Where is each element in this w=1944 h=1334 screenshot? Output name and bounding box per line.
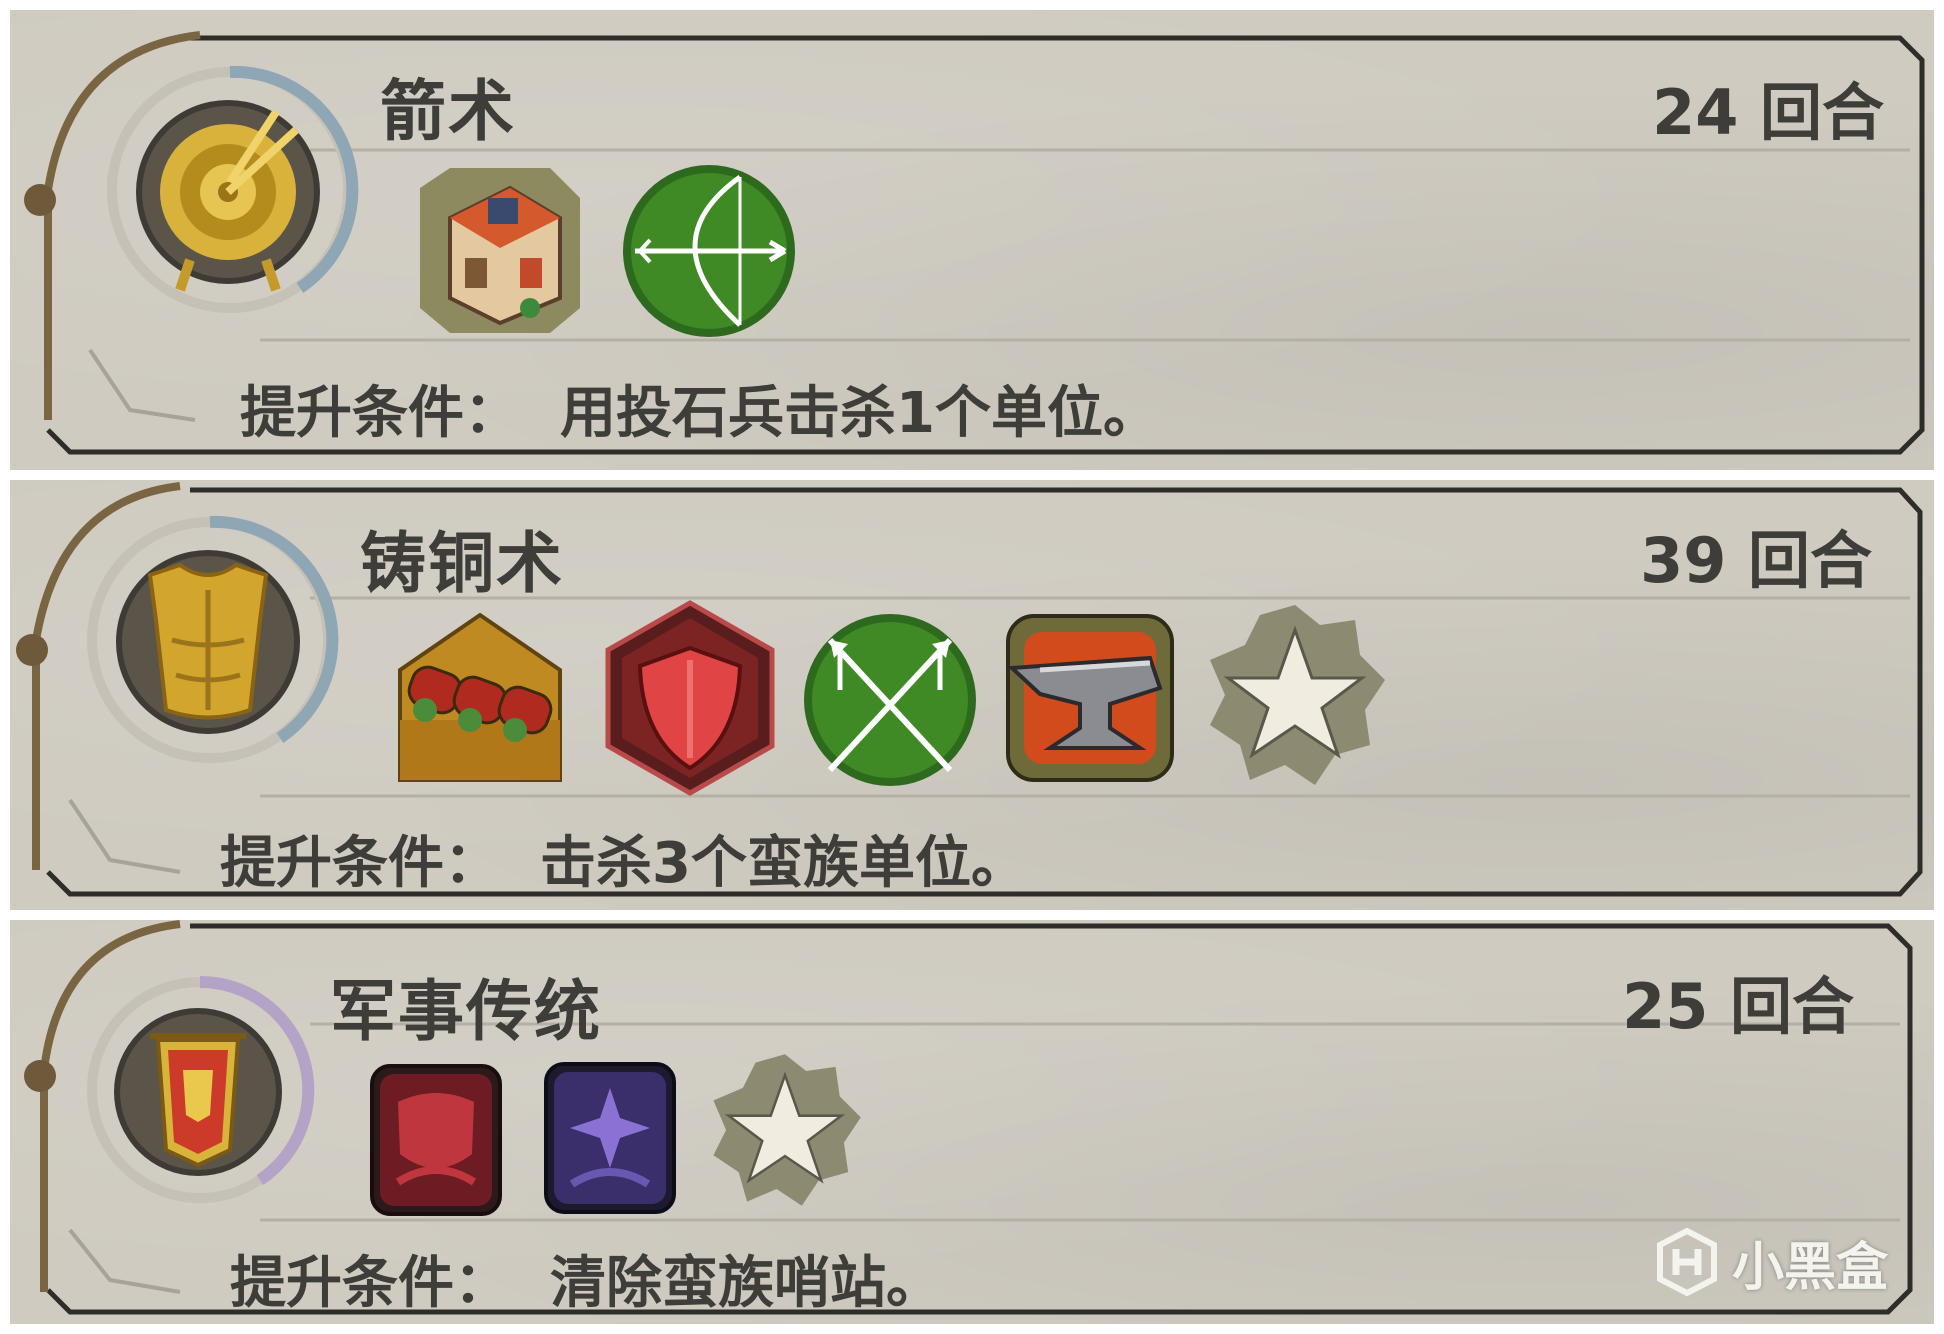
tech-name: 铸铜术 (360, 525, 564, 602)
star-bonus-icon[interactable] (705, 1050, 865, 1210)
archery-range-building-icon[interactable] (410, 158, 590, 338)
tech-name: 箭术 (380, 73, 516, 150)
archery-target-icon (107, 65, 359, 313)
tech-card-archery[interactable]: 箭术 24 回合 提升条件： 用投石兵击杀1个单位。 (10, 10, 1934, 470)
bronze-armor-icon (87, 515, 339, 763)
tech-card-military-tradition[interactable]: 军事传统 25 回合 提升条件： 清除蛮族哨站。 (10, 920, 1934, 1324)
watermark-text: 小黑盒 (1732, 1237, 1889, 1298)
condition-label: 提升条件： (220, 831, 500, 896)
anvil-icon[interactable] (1000, 608, 1180, 788)
upgrade-condition: 提升条件： 击杀3个蛮族单位。 (220, 818, 1027, 899)
upgrade-condition: 提升条件： 用投石兵击杀1个单位。 (240, 368, 1159, 449)
turns-remaining: 25 回合 (1622, 970, 1854, 1043)
star-bonus-icon[interactable] (1200, 600, 1390, 790)
heybox-logo-icon (1657, 1227, 1717, 1297)
purple-wildcard-policy-icon[interactable] (542, 1060, 678, 1216)
condition-text: 清除蛮族哨站。 (550, 1251, 942, 1316)
military-banner-icon (87, 975, 315, 1203)
crossed-spears-icon[interactable] (800, 610, 980, 790)
defense-shield-icon[interactable] (600, 598, 780, 798)
turns-remaining: 24 回合 (1652, 76, 1884, 149)
condition-label: 提升条件： (230, 1251, 510, 1316)
condition-text: 击杀3个蛮族单位。 (540, 831, 1027, 896)
copper-resource-icon[interactable] (390, 610, 570, 790)
tech-card-bronze-working[interactable]: 铸铜术 39 回合 提升条件： 击杀3个蛮族单位。 (10, 480, 1934, 910)
archer-bow-icon[interactable] (620, 162, 798, 340)
turns-remaining: 39 回合 (1640, 524, 1872, 597)
condition-text: 用投石兵击杀1个单位。 (560, 381, 1159, 446)
upgrade-condition: 提升条件： 清除蛮族哨站。 (230, 1238, 942, 1319)
red-shield-policy-icon[interactable] (368, 1062, 504, 1218)
watermark: 小黑盒 (1652, 1222, 1888, 1302)
condition-label: 提升条件： (240, 381, 520, 446)
tech-name: 军事传统 (330, 973, 602, 1050)
